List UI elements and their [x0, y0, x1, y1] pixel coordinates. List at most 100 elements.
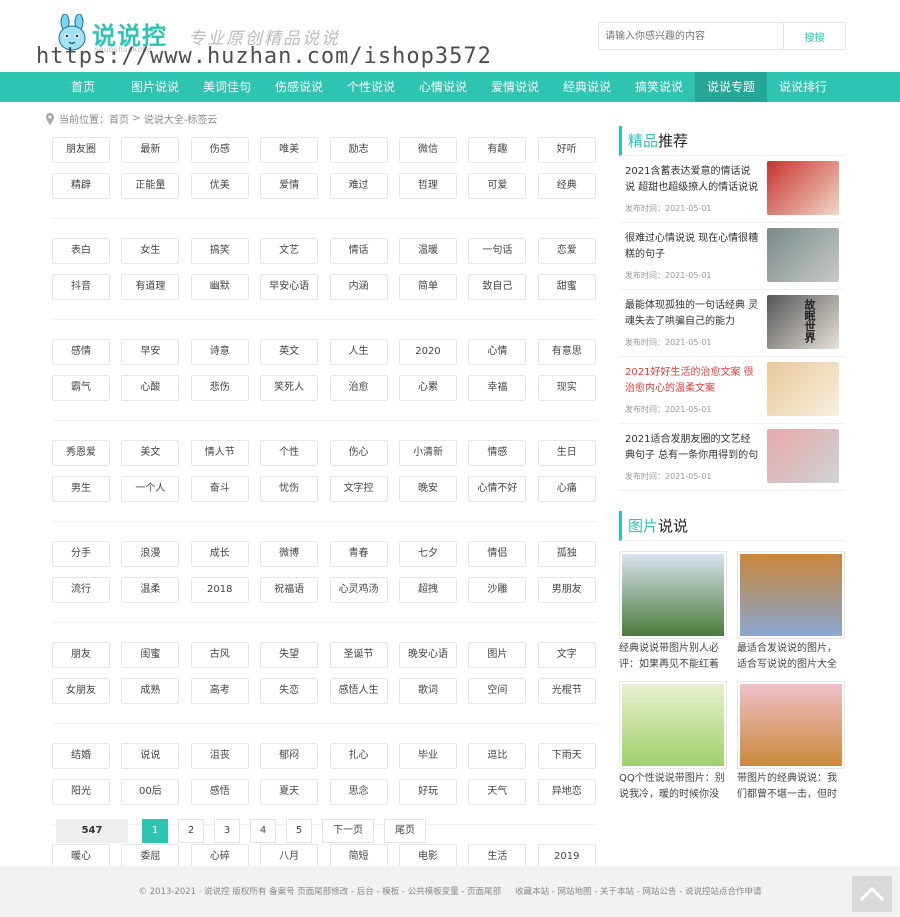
tag-link[interactable]: 心痛: [537, 476, 596, 502]
tag-link[interactable]: 生日: [537, 440, 596, 466]
tag-link[interactable]: 闺蜜: [121, 642, 180, 668]
breadcrumb-home[interactable]: 首页: [109, 111, 129, 126]
tag-link[interactable]: 异地恋: [537, 779, 596, 805]
pic-caption[interactable]: 经典说说带图片别人必评：如果再见不能红着: [619, 641, 727, 673]
tag-link[interactable]: 优美: [190, 173, 249, 199]
tag-link[interactable]: 2018: [190, 577, 249, 603]
tag-link[interactable]: 现实: [537, 375, 596, 401]
nav-item[interactable]: 说说专题: [695, 72, 767, 102]
tag-link[interactable]: 温柔: [121, 577, 180, 603]
nav-item[interactable]: 经典说说: [551, 72, 623, 102]
tag-link[interactable]: 早安: [121, 339, 180, 365]
tag-link[interactable]: 歌词: [398, 678, 457, 704]
last-page-button[interactable]: 尾页: [384, 819, 426, 843]
tag-link[interactable]: 男生: [52, 476, 110, 502]
tag-link[interactable]: 文字控: [329, 476, 388, 502]
search-button[interactable]: 搜搜: [783, 23, 845, 49]
tag-link[interactable]: 说说: [121, 743, 180, 769]
tag-link[interactable]: 心累: [398, 375, 457, 401]
tag-link[interactable]: 奋斗: [190, 476, 249, 502]
tag-link[interactable]: 男朋友: [537, 577, 596, 603]
tag-link[interactable]: 诗意: [190, 339, 249, 365]
recommend-item[interactable]: 2021好好生活的治愈文案 很治愈内心的温柔文案 发布时间：2021-05-01: [619, 357, 845, 424]
tag-link[interactable]: 古风: [190, 642, 249, 668]
tag-link[interactable]: 可爱: [468, 173, 527, 199]
tag-link[interactable]: 空间: [468, 678, 527, 704]
tag-link[interactable]: 笑死人: [260, 375, 319, 401]
pic-image[interactable]: [737, 551, 845, 639]
page-link[interactable]: 1: [142, 819, 168, 843]
recommend-thumbnail[interactable]: 故眠世界: [767, 295, 839, 349]
recommend-title[interactable]: 2021含蓄表达爱意的情话说说 超甜也超级撩人的情话说说: [625, 164, 759, 196]
tag-link[interactable]: 一个人: [121, 476, 180, 502]
tag-link[interactable]: 美文: [121, 440, 180, 466]
tag-link[interactable]: 青春: [329, 541, 388, 567]
tag-link[interactable]: 结婚: [52, 743, 110, 769]
page-link[interactable]: 4: [250, 819, 276, 843]
tag-link[interactable]: 图片: [468, 642, 527, 668]
tag-link[interactable]: 成长: [190, 541, 249, 567]
nav-item[interactable]: 首页: [47, 72, 119, 102]
tag-link[interactable]: 甜蜜: [537, 274, 596, 300]
tag-link[interactable]: 沮丧: [190, 743, 249, 769]
tag-link[interactable]: 晚安: [398, 476, 457, 502]
tag-link[interactable]: 有道理: [121, 274, 180, 300]
tag-link[interactable]: 下雨天: [537, 743, 596, 769]
tag-link[interactable]: 忧伤: [260, 476, 319, 502]
tag-link[interactable]: 成熟: [121, 678, 180, 704]
tag-link[interactable]: 失望: [260, 642, 319, 668]
nav-item[interactable]: 美词佳句: [191, 72, 263, 102]
tag-link[interactable]: 扎心: [329, 743, 388, 769]
tag-link[interactable]: 沙雕: [468, 577, 527, 603]
pic-caption[interactable]: 最适合发说说的图片，适合写说说的图片大全: [737, 641, 845, 673]
tag-link[interactable]: 秀恩爱: [52, 440, 110, 466]
search-input[interactable]: [599, 23, 783, 49]
tag-link[interactable]: 晚安心语: [398, 642, 457, 668]
nav-item[interactable]: 爱情说说: [479, 72, 551, 102]
tag-link[interactable]: 超拽: [398, 577, 457, 603]
tag-link[interactable]: 天气: [468, 779, 527, 805]
tag-link[interactable]: 好听: [537, 137, 596, 163]
tag-link[interactable]: 人生: [329, 339, 388, 365]
tag-link[interactable]: 伤感: [190, 137, 249, 163]
recommend-item[interactable]: 很难过心情说说 现在心情很糟糕的句子 发布时间：2021-05-01: [619, 223, 845, 290]
pic-caption[interactable]: QQ个性说说带图片：别说我冷，暖的时候你没珍: [619, 771, 727, 803]
nav-item[interactable]: 图片说说: [119, 72, 191, 102]
tag-link[interactable]: 心情不好: [468, 476, 527, 502]
tag-link[interactable]: 情人节: [190, 440, 249, 466]
back-to-top-button[interactable]: [852, 876, 892, 912]
tag-link[interactable]: 圣诞节: [329, 642, 388, 668]
nav-item[interactable]: 搞笑说说: [623, 72, 695, 102]
tag-link[interactable]: 朋友圈: [52, 137, 110, 163]
tag-link[interactable]: 唯美: [260, 137, 319, 163]
tag-link[interactable]: 爱情: [260, 173, 319, 199]
page-link[interactable]: 5: [286, 819, 312, 843]
tag-link[interactable]: 有趣: [468, 137, 527, 163]
tag-link[interactable]: 小清新: [398, 440, 457, 466]
tag-link[interactable]: 励志: [329, 137, 388, 163]
nav-item[interactable]: 说说排行: [767, 72, 839, 102]
recommend-item[interactable]: 最能体现孤独的一句话经典 灵魂失去了哄骗自己的能力 发布时间：2021-05-01…: [619, 290, 845, 357]
tag-link[interactable]: 简单: [398, 274, 457, 300]
tag-link[interactable]: 毕业: [398, 743, 457, 769]
tag-link[interactable]: 00后: [121, 779, 180, 805]
tag-link[interactable]: 好玩: [398, 779, 457, 805]
tag-link[interactable]: 朋友: [52, 642, 110, 668]
recommend-item[interactable]: 2021适合发朋友圈的文艺经典句子 总有一条你用得到的句子发布时间：2021-0…: [619, 424, 845, 491]
tag-link[interactable]: 感情: [52, 339, 110, 365]
tag-link[interactable]: 七夕: [398, 541, 457, 567]
tag-link[interactable]: 浪漫: [121, 541, 180, 567]
tag-link[interactable]: 高考: [190, 678, 249, 704]
recommend-title[interactable]: 2021适合发朋友圈的文艺经典句子 总有一条你用得到的句子: [625, 432, 759, 464]
tag-link[interactable]: 最新: [121, 137, 180, 163]
pic-image[interactable]: [737, 681, 845, 769]
tag-link[interactable]: 孤独: [537, 541, 596, 567]
tag-link[interactable]: 失恋: [260, 678, 319, 704]
pic-caption[interactable]: 带图片的经典说说：我们都曾不堪一击，但时间让: [737, 771, 845, 803]
tag-link[interactable]: 正能量: [121, 173, 180, 199]
tag-link[interactable]: 心灵鸡汤: [329, 577, 388, 603]
tag-link[interactable]: 心酸: [121, 375, 180, 401]
recommend-thumbnail[interactable]: [767, 362, 839, 416]
pic-image[interactable]: [619, 551, 727, 639]
tag-link[interactable]: 逗比: [468, 743, 527, 769]
